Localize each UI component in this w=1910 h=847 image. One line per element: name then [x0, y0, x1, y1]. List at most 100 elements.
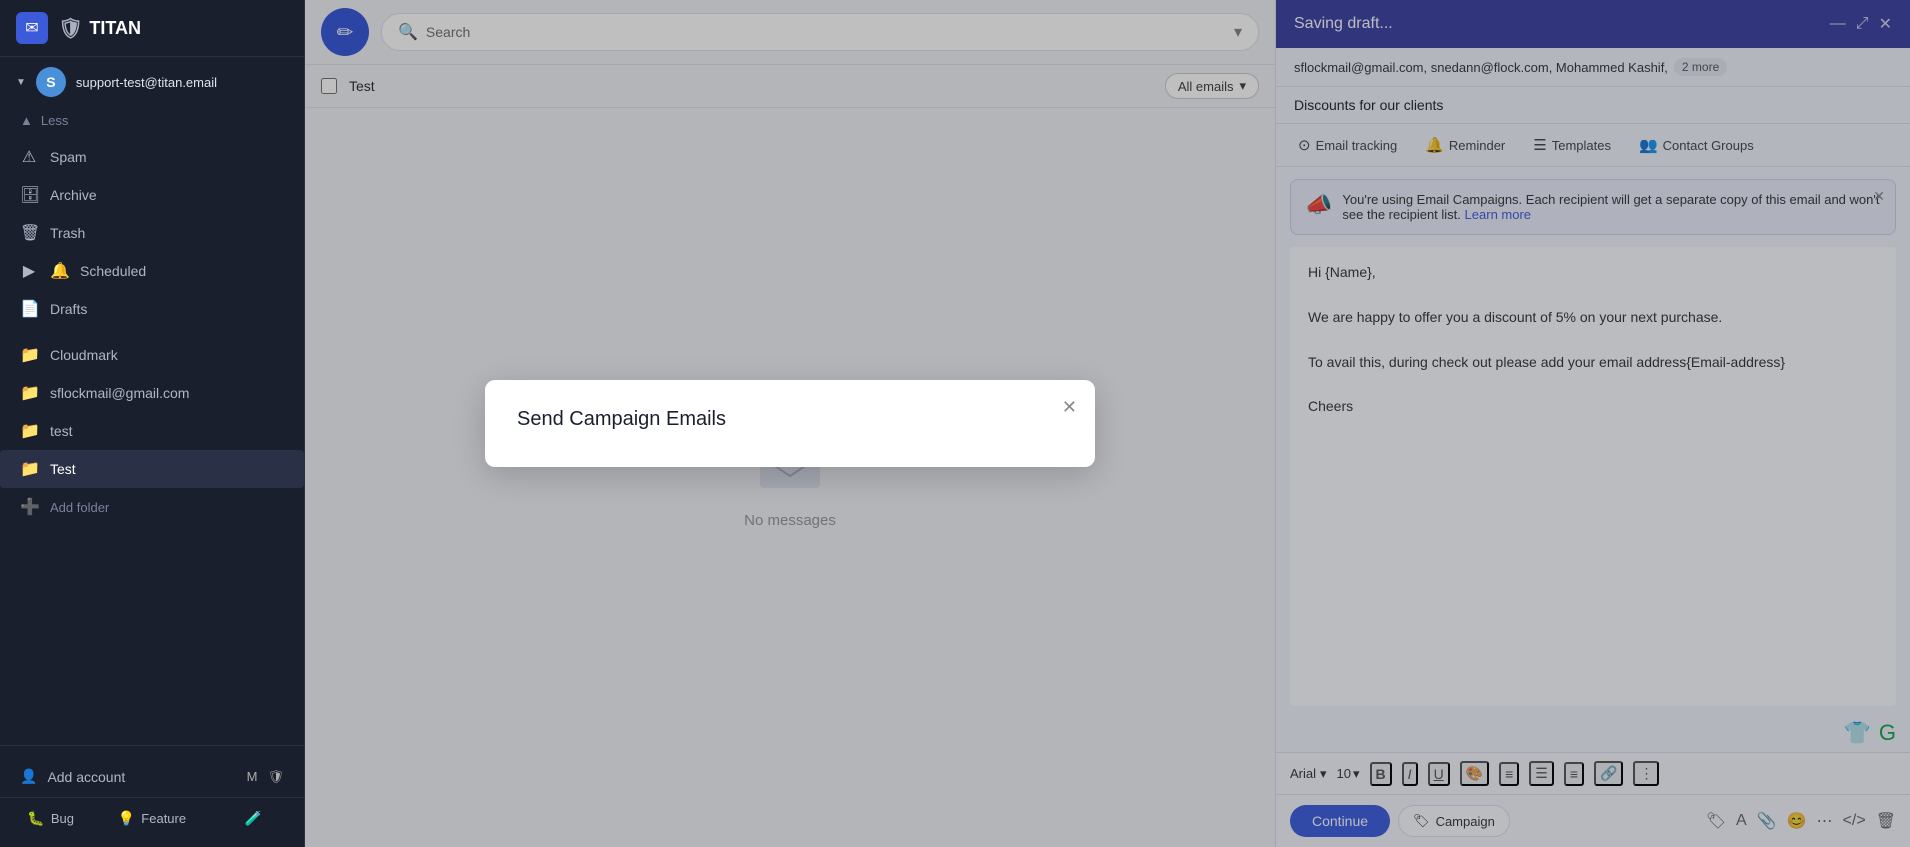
compose-header: Saving draft... — ⤢ ✕	[1276, 0, 1910, 48]
sidebar-item-scheduled[interactable]: ▶ 🔔 Scheduled	[0, 252, 304, 290]
bug-icon: 🐛	[27, 810, 44, 827]
font-selector[interactable]: Arial ▾	[1290, 766, 1327, 782]
feature-icon: 💡	[118, 810, 135, 827]
attachment-icon[interactable]: 📎	[1757, 811, 1777, 831]
templates-button[interactable]: ☰ Templates	[1525, 132, 1619, 158]
compose-to-field[interactable]: sflockmail@gmail.com, snedann@flock.com,…	[1276, 48, 1910, 87]
modal-close-button[interactable]: ✕	[1062, 398, 1077, 416]
main-area: ✏ 🔍 ▾ Test All emails ▾ No messages	[305, 0, 1275, 847]
add-folder-icon: ➕	[20, 497, 38, 517]
more-icon[interactable]: ⋯	[1817, 811, 1833, 831]
titan-mini-icon: 🛡	[267, 769, 284, 785]
sidebar-item-sflockmail[interactable]: 📁 sflockmail@gmail.com	[0, 374, 304, 412]
folder-icon: 📁	[20, 421, 38, 441]
continue-button[interactable]: Continue	[1290, 805, 1390, 837]
compose-feature-toolbar: ⊙ Email tracking 🔔 Reminder ☰ Templates …	[1276, 124, 1910, 167]
bell-icon: 🔔	[50, 261, 68, 281]
modal-title: Send Campaign Emails	[517, 408, 1063, 431]
email-tracking-icon: ⊙	[1298, 136, 1311, 154]
reminder-icon: 🔔	[1425, 136, 1444, 154]
archive-icon: 🗄	[20, 185, 38, 205]
more-format-button[interactable]: ⋮	[1633, 761, 1659, 786]
compose-actions-row: Continue 🏷 Campaign 🏷 A 📎 😊 ⋯ </> 🗑	[1276, 794, 1910, 847]
sidebar-item-archive[interactable]: 🗄 Archive	[0, 176, 304, 214]
campaign-notice: 📣 You're using Email Campaigns. Each rec…	[1290, 179, 1896, 235]
chevron-down-icon: ▼	[16, 77, 26, 88]
drafts-icon: 📄	[20, 299, 38, 319]
sidebar-item-test[interactable]: 📁 Test	[0, 450, 304, 488]
body-line-3: We are happy to offer you a discount of …	[1308, 306, 1878, 328]
emoji-icon[interactable]: 😊	[1787, 811, 1807, 831]
link-button[interactable]: 🔗	[1594, 761, 1623, 786]
scheduled-arrow-icon: ▶	[20, 261, 38, 281]
color-button[interactable]: 🎨	[1460, 761, 1489, 786]
flask-icon: 🧪	[245, 810, 262, 827]
gmail-icon: M	[247, 769, 258, 785]
campaign-notice-close-button[interactable]: ✕	[1873, 188, 1885, 205]
folder-icon: 📁	[20, 383, 38, 403]
sidebar-item-cloudmark[interactable]: 📁 Cloudmark	[0, 336, 304, 374]
folder-icon: 📁	[20, 459, 38, 479]
tab-flask[interactable]: 🧪	[203, 798, 304, 837]
email-tracking-button[interactable]: ⊙ Email tracking	[1290, 132, 1405, 158]
add-folder-button[interactable]: ➕ Add folder	[0, 488, 304, 526]
compose-subject-field[interactable]: Discounts for our clients	[1276, 87, 1910, 124]
titan-logo: 🛡 TITAN	[58, 16, 141, 41]
campaign-button[interactable]: 🏷 Campaign	[1398, 805, 1510, 837]
italic-button[interactable]: I	[1402, 762, 1418, 786]
compose-footer-actions: 👕 G	[1276, 714, 1910, 752]
action-icons: 🏷 A 📎 😊 ⋯ </> 🗑	[1706, 811, 1896, 831]
delete-draft-icon[interactable]: 🗑	[1876, 811, 1896, 831]
titan-shield-icon: 🛡	[58, 16, 83, 41]
send-campaign-modal: Send Campaign Emails ✕	[485, 380, 1095, 467]
body-line-7: Cheers	[1308, 395, 1878, 417]
compose-body[interactable]: Hi {Name}, We are happy to offer you a d…	[1290, 247, 1896, 706]
add-account-button[interactable]: 👤 Add account M 🛡	[0, 756, 304, 797]
code-icon[interactable]: </>	[1843, 812, 1866, 830]
grammarly-icon: G	[1879, 720, 1896, 746]
templates-icon: ☰	[1533, 136, 1546, 154]
email-app-icon: ✉	[16, 12, 48, 44]
learn-more-link[interactable]: Learn more	[1465, 207, 1531, 222]
account-row[interactable]: ▼ S support-test@titan.email	[0, 57, 304, 107]
bold-button[interactable]: B	[1370, 762, 1392, 786]
chevron-up-icon: ▲	[20, 113, 33, 128]
trash-icon: 🗑	[20, 223, 38, 243]
close-compose-button[interactable]: ✕	[1879, 14, 1892, 34]
compose-panel: Saving draft... — ⤢ ✕ sflockmail@gmail.c…	[1275, 0, 1910, 847]
tab-feature[interactable]: 💡 Feature	[101, 798, 202, 837]
ordered-list-button[interactable]: ≡	[1564, 762, 1584, 786]
compose-header-actions: — ⤢ ✕	[1830, 14, 1892, 34]
format-bar: Arial ▾ 10 ▾ B I U 🎨 ≡ ☰ ≡ 🔗 ⋮	[1276, 752, 1910, 794]
minimize-button[interactable]: —	[1830, 15, 1846, 33]
tag-icon[interactable]: 🏷	[1706, 811, 1726, 831]
less-toggle[interactable]: ▲ Less	[0, 107, 304, 134]
font-dropdown-icon: ▾	[1320, 766, 1327, 782]
add-account-icon: 👤	[20, 768, 37, 785]
sidebar: ✉ 🛡 TITAN ▼ S support-test@titan.email ▲…	[0, 0, 305, 847]
bottom-tabs: 🐛 Bug 💡 Feature 🧪	[0, 797, 304, 837]
tshirt-icon: 👕	[1843, 720, 1870, 746]
contact-groups-button[interactable]: 👥 Contact Groups	[1631, 132, 1762, 158]
list-button[interactable]: ☰	[1529, 761, 1554, 786]
body-line-1: Hi {Name},	[1308, 261, 1878, 283]
sidebar-item-test-lower[interactable]: 📁 test	[0, 412, 304, 450]
size-dropdown-icon: ▾	[1353, 766, 1360, 782]
reminder-button[interactable]: 🔔 Reminder	[1417, 132, 1513, 158]
recipient-chip: sflockmail@gmail.com, snedann@flock.com,…	[1294, 60, 1668, 75]
expand-button[interactable]: ⤢	[1856, 15, 1869, 33]
font-size-selector[interactable]: 10 ▾	[1337, 766, 1360, 782]
campaign-notice-icon: 📣	[1305, 192, 1332, 218]
sidebar-item-drafts[interactable]: 📄 Drafts	[0, 290, 304, 328]
underline-button[interactable]: U	[1428, 762, 1450, 786]
spam-icon: ⚠	[20, 147, 38, 167]
sidebar-item-trash[interactable]: 🗑 Trash	[0, 214, 304, 252]
tab-bug[interactable]: 🐛 Bug	[0, 798, 101, 837]
modal-overlay: Send Campaign Emails ✕	[305, 0, 1275, 847]
folder-icon: 📁	[20, 345, 38, 365]
sidebar-item-spam[interactable]: ⚠ Spam	[0, 138, 304, 176]
sidebar-footer: 👤 Add account M 🛡 🐛 Bug 💡 Feature 🧪	[0, 745, 304, 847]
more-recipients-badge: 2 more	[1674, 58, 1727, 76]
align-button[interactable]: ≡	[1499, 762, 1519, 786]
text-size-icon[interactable]: A	[1736, 812, 1747, 830]
